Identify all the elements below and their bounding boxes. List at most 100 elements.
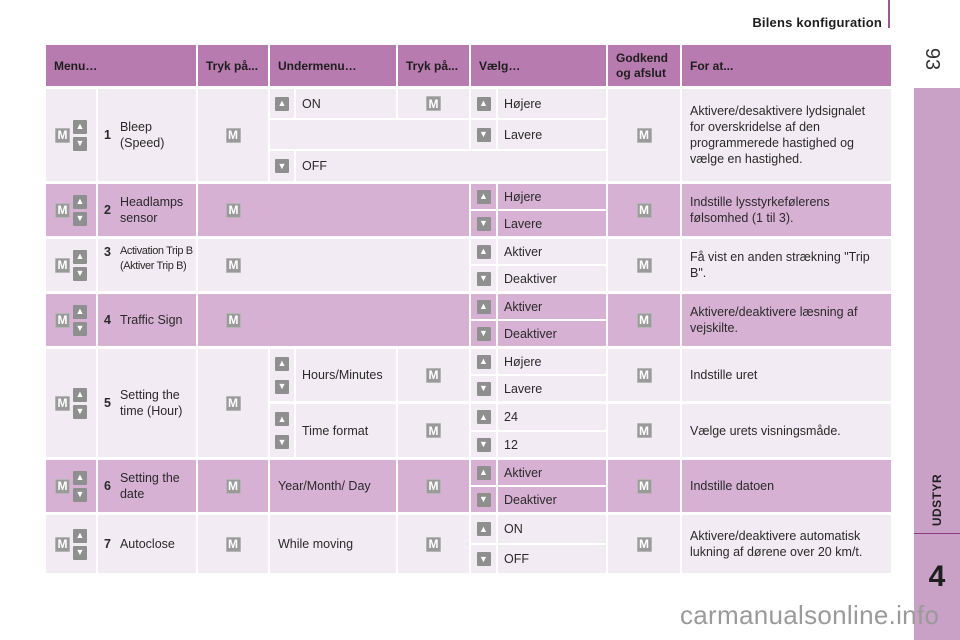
m-button-icon[interactable]: M — [55, 536, 70, 552]
submenu-label: While moving — [278, 537, 354, 551]
submenu-cell[interactable]: OFF — [296, 151, 606, 181]
option-cell[interactable]: Lavere — [498, 120, 606, 149]
m-button-icon[interactable]: M — [636, 202, 652, 218]
purpose-text: Indstille uret — [690, 368, 758, 382]
m-button-icon[interactable]: M — [426, 423, 441, 438]
up-arrow-icon[interactable]: ▲ — [476, 410, 491, 424]
up-arrow-icon[interactable]: ▲ — [73, 249, 87, 264]
up-arrow-icon[interactable]: ▲ — [476, 96, 491, 111]
option-cell[interactable]: Højere — [498, 89, 606, 118]
row-5-menu[interactable]: 5 Setting the time (Hour) — [98, 349, 196, 457]
m-button-icon[interactable]: M — [426, 367, 441, 383]
m-button-icon[interactable]: M — [55, 202, 70, 218]
m-button-icon[interactable]: M — [226, 312, 241, 328]
down-arrow-icon[interactable]: ▼ — [73, 321, 87, 336]
up-arrow-icon[interactable]: ▲ — [476, 465, 491, 480]
confirm-cell: M — [198, 460, 268, 512]
row-3-menu[interactable]: 3 Activation Trip B (Aktiver Trip B) — [98, 239, 196, 291]
option-cell[interactable]: OFF — [498, 545, 606, 573]
down-arrow-icon[interactable]: ▼ — [476, 552, 491, 566]
down-arrow-icon[interactable]: ▼ — [476, 492, 491, 507]
option-cell[interactable]: Højere — [498, 184, 606, 209]
m-button-icon[interactable]: M — [636, 536, 652, 552]
row-7-menu[interactable]: 7 Autoclose — [98, 515, 196, 573]
down-arrow-icon[interactable]: ▼ — [476, 127, 491, 142]
m-button-icon[interactable]: M — [636, 423, 652, 438]
down-arrow-icon[interactable]: ▼ — [476, 216, 491, 231]
m-button-icon[interactable]: M — [55, 478, 70, 494]
up-arrow-icon[interactable]: ▲ — [275, 412, 289, 426]
submenu-cell[interactable]: While moving — [270, 515, 396, 573]
submenu-cell[interactable]: Year/Month/ Day — [270, 460, 396, 512]
m-button-icon[interactable]: M — [426, 96, 441, 111]
up-arrow-icon[interactable]: ▲ — [476, 354, 491, 369]
purpose-cell: Indstille uret — [682, 349, 891, 401]
m-button-icon[interactable]: M — [225, 536, 241, 552]
submenu-cell[interactable]: Hours/Minutes — [296, 349, 396, 401]
m-button-icon[interactable]: M — [55, 127, 70, 143]
option-cell[interactable]: Aktiver — [498, 460, 606, 485]
m-button-icon[interactable]: M — [426, 536, 441, 552]
down-arrow-icon[interactable]: ▼ — [476, 437, 491, 452]
m-button-icon[interactable]: M — [55, 395, 70, 411]
up-arrow-icon[interactable]: ▲ — [73, 528, 87, 543]
submenu-cell[interactable]: Time format — [296, 404, 396, 457]
down-arrow-icon[interactable]: ▼ — [476, 326, 491, 341]
m-button-icon[interactable]: M — [55, 312, 70, 328]
m-button-icon[interactable]: M — [636, 478, 652, 494]
chapter-label: UDSTYR — [914, 470, 960, 530]
m-button-icon[interactable]: M — [225, 395, 241, 411]
menu-item-label: Setting the time (Hour) — [119, 388, 183, 418]
row-2-menu[interactable]: 2 Headlamps sensor — [98, 184, 196, 236]
up-arrow-icon[interactable]: ▲ — [275, 356, 289, 371]
option-cell[interactable]: Aktiver — [498, 294, 606, 319]
m-button-icon[interactable]: M — [226, 202, 241, 218]
row-1-menu[interactable]: 1 Bleep (Speed) — [98, 89, 196, 181]
up-arrow-icon[interactable]: ▲ — [73, 194, 87, 209]
up-arrow-icon[interactable]: ▲ — [73, 119, 87, 134]
down-arrow-icon[interactable]: ▼ — [476, 271, 491, 286]
down-arrow-icon[interactable]: ▼ — [73, 266, 87, 281]
option-cell[interactable]: Højere — [498, 349, 606, 374]
option-cell[interactable]: 24 — [498, 404, 606, 430]
up-arrow-icon[interactable]: ▲ — [476, 522, 491, 536]
down-arrow-icon[interactable]: ▼ — [73, 545, 87, 560]
row-6-menu[interactable]: 6 Setting the date — [98, 460, 196, 512]
option-cell[interactable]: Deaktiver — [498, 266, 606, 291]
m-button-icon[interactable]: M — [55, 257, 70, 273]
m-button-icon[interactable]: M — [226, 257, 241, 273]
down-arrow-icon[interactable]: ▼ — [73, 487, 87, 502]
option-cell[interactable]: ON — [498, 515, 606, 543]
up-arrow-icon[interactable]: ▲ — [275, 96, 289, 111]
up-arrow-icon[interactable]: ▲ — [476, 244, 491, 259]
m-button-icon[interactable]: M — [636, 257, 652, 273]
option-cell[interactable]: Lavere — [498, 211, 606, 236]
down-arrow-icon[interactable]: ▼ — [73, 404, 87, 419]
option-cell[interactable]: Lavere — [498, 376, 606, 401]
down-arrow-icon[interactable]: ▼ — [73, 136, 87, 151]
up-arrow-icon[interactable]: ▲ — [73, 470, 87, 485]
down-arrow-icon[interactable]: ▼ — [73, 211, 87, 226]
down-arrow-icon[interactable]: ▼ — [275, 159, 289, 173]
m-button-icon[interactable]: M — [636, 127, 652, 143]
m-button-icon[interactable]: M — [636, 367, 652, 383]
option-cell[interactable]: Aktiver — [498, 239, 606, 264]
submenu-cell[interactable]: ON — [296, 89, 396, 118]
up-arrow-icon[interactable]: ▲ — [476, 189, 491, 204]
option-cell[interactable]: Deaktiver — [498, 487, 606, 512]
confirm-cell: M — [398, 89, 469, 118]
m-button-icon[interactable]: M — [636, 312, 652, 328]
down-arrow-icon[interactable]: ▼ — [476, 381, 491, 396]
up-arrow-icon[interactable]: ▲ — [476, 299, 491, 314]
up-arrow-icon[interactable]: ▲ — [73, 304, 87, 319]
up-arrow-icon[interactable]: ▲ — [73, 387, 87, 402]
submenu-arrow-cell: ▲ — [270, 89, 294, 118]
m-button-icon[interactable]: M — [225, 127, 241, 143]
down-arrow-icon[interactable]: ▼ — [275, 435, 289, 449]
m-button-icon[interactable]: M — [225, 478, 241, 494]
row-4-menu[interactable]: 4 Traffic Sign — [98, 294, 196, 346]
option-cell[interactable]: 12 — [498, 432, 606, 457]
m-button-icon[interactable]: M — [426, 478, 441, 494]
down-arrow-icon[interactable]: ▼ — [275, 379, 289, 394]
option-cell[interactable]: Deaktiver — [498, 321, 606, 346]
